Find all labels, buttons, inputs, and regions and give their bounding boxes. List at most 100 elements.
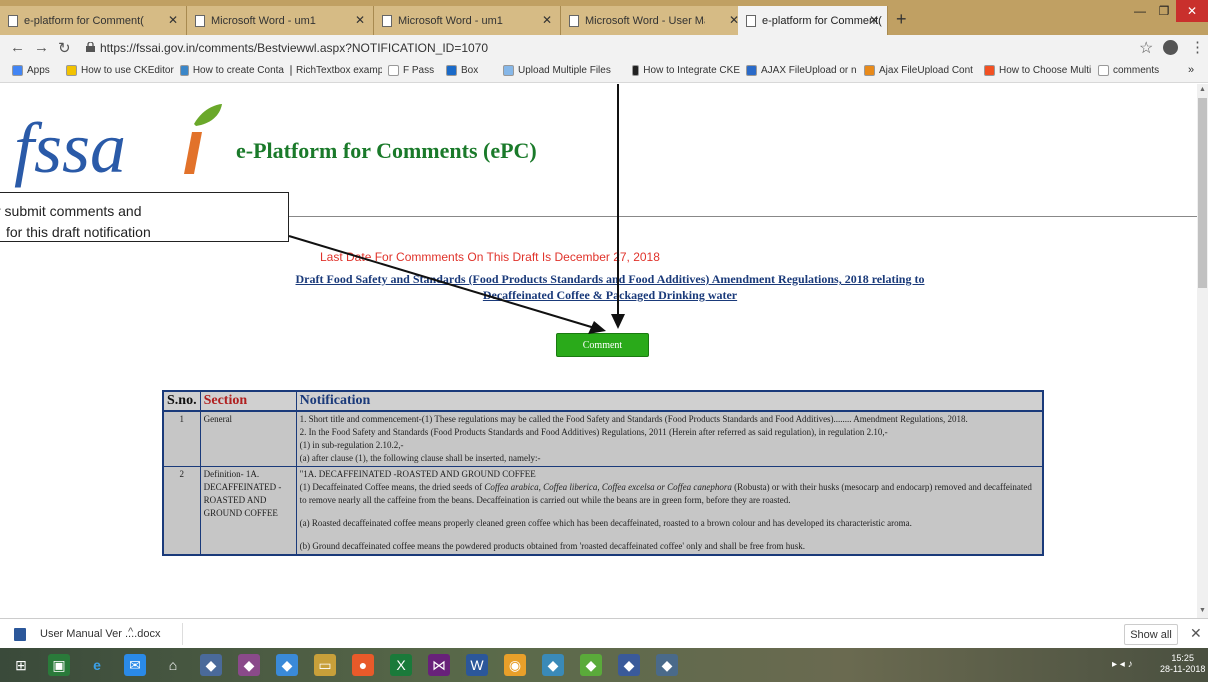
bookmark-star-icon[interactable]: ☆ (1139, 38, 1153, 58)
folder-icon[interactable]: ▭ (314, 654, 336, 676)
bookmark-item[interactable]: Ajax FileUpload Cont (864, 65, 973, 76)
show-all-button[interactable]: Show all (1124, 624, 1178, 645)
store-icon[interactable]: ▣ (48, 654, 70, 676)
draft-title-link[interactable]: Draft Food Safety and Standards (Food Pr… (240, 271, 980, 303)
ie-icon[interactable]: e (86, 654, 108, 676)
page-icon (8, 14, 18, 27)
bookmark-item[interactable]: How to Choose Multi (984, 65, 1091, 76)
app-icon[interactable]: ◆ (656, 654, 678, 676)
browser-tab[interactable]: e-platform for Comment(ePC) ✕ (0, 6, 187, 35)
cell-notification: 1. Short title and commencement-(1) Thes… (295, 410, 1044, 467)
firefox-icon[interactable]: ● (352, 654, 374, 676)
back-arrow-icon[interactable]: ← (10, 39, 25, 56)
windows-start-icon[interactable]: ⊞ (10, 654, 32, 676)
profile-icon[interactable] (1163, 40, 1178, 55)
app-icon[interactable]: ◆ (618, 654, 640, 676)
app-icon[interactable]: ◆ (542, 654, 564, 676)
tab-close-icon[interactable]: ✕ (542, 13, 552, 27)
chevron-up-icon[interactable]: ^ (128, 626, 133, 638)
mail-icon[interactable]: ✉ (124, 654, 146, 676)
browser-tab[interactable]: Microsoft Word - um1 ✕ (374, 6, 561, 35)
bookmark-item[interactable]: Upload Multiple Files (503, 65, 611, 76)
notification-paragraph: 1. Short title and commencement-(1) Thes… (299, 414, 968, 424)
tab-label: Microsoft Word - um1 (211, 14, 316, 27)
taskbar-clock[interactable]: 15:25 28-11-2018 (1160, 653, 1205, 675)
svg-text:fssa: fssa (14, 108, 126, 188)
tab-close-icon[interactable]: ✕ (869, 13, 879, 27)
cell-notification: "1A. DECAFFEINATED -ROASTED AND GROUND C… (295, 466, 1044, 556)
visual-studio-icon[interactable]: ⋈ (428, 654, 450, 676)
scroll-thumb[interactable] (1198, 98, 1207, 288)
bookmark-label: F Pass (403, 65, 435, 76)
clock-date: 28-11-2018 (1160, 664, 1206, 674)
bookmark-item[interactable]: comments (1098, 65, 1159, 76)
page-icon (569, 14, 579, 27)
bookmark-icon (503, 65, 514, 76)
bookmark-item[interactable]: AJAX FileUpload or n (746, 65, 857, 76)
bookmark-icon (180, 65, 189, 76)
table-row: 2 Definition- 1A. DECAFFEINATED - ROASTE… (162, 466, 1044, 556)
window-close-button[interactable]: ✕ (1176, 0, 1208, 22)
notification-paragraph: (a) Roasted decaffeinated coffee means p… (299, 518, 912, 528)
bookmark-item[interactable]: How to Integrate CKE (632, 65, 740, 76)
bookmark-item[interactable]: Box (446, 65, 478, 76)
bookmark-label: Apps (27, 65, 50, 76)
bookmark-item[interactable]: How to create Conta (180, 65, 284, 76)
close-icon[interactable]: ✕ (1190, 625, 1202, 642)
bookmark-icon (746, 65, 757, 76)
bookmark-icon (388, 65, 399, 76)
download-shelf: User Manual Ver ....docx ^ Show all ✕ (0, 618, 1208, 648)
scroll-up-arrow-icon[interactable]: ▲ (1199, 86, 1206, 93)
browser-tab[interactable]: Microsoft Word - User Manual V ✕ (561, 6, 748, 35)
notification-paragraph: (a) after clause (1), the following clau… (299, 453, 541, 463)
chrome-icon[interactable]: ◉ (504, 654, 526, 676)
maximize-button[interactable]: ❐ (1152, 0, 1176, 22)
app-icon[interactable]: ◆ (238, 654, 260, 676)
app-icon[interactable]: ◆ (276, 654, 298, 676)
lock-icon (86, 42, 95, 52)
browser-tab[interactable]: Microsoft Word - um1 ✕ (187, 6, 374, 35)
page-scrollbar[interactable]: ▲ ▼ (1197, 84, 1208, 618)
draft-title-line: Draft Food Safety and Standards (Food Pr… (295, 272, 925, 286)
page-viewport: fssa e-Platform for Comments (ePC) r sub… (0, 84, 1197, 618)
browser-tab-active[interactable]: e-platform for Comment(ePC) ✕ (738, 6, 888, 35)
bookmarks-bar: Apps How to use CKEditor How to create Con… (0, 61, 1208, 83)
excel-icon[interactable]: X (390, 654, 412, 676)
download-item[interactable]: User Manual Ver ....docx (40, 628, 160, 640)
cell-section: Definition- 1A. DECAFFEINATED - ROASTED … (199, 466, 297, 556)
app-icon[interactable]: ◆ (200, 654, 222, 676)
bookmark-icon (290, 65, 292, 76)
browser-menu-icon[interactable]: ⋮ (1190, 38, 1205, 56)
tab-close-icon[interactable]: ✕ (168, 13, 178, 27)
fssai-logo: fssa (14, 104, 222, 188)
tab-close-icon[interactable]: ✕ (355, 13, 365, 27)
app-icon[interactable]: ◆ (580, 654, 602, 676)
address-bar[interactable]: https://fssai.gov.in/comments/Bestviewwl… (100, 41, 488, 55)
bookmarks-overflow-button[interactable]: » (1188, 64, 1194, 76)
text-run: (1) Decaffeinated Coffee means, the drie… (299, 482, 485, 492)
table-header-row: S.no. Section Notification (162, 390, 1044, 412)
column-header-notification: Notification (295, 390, 1044, 412)
reload-icon[interactable]: ↻ (58, 39, 71, 57)
header-divider (205, 216, 1197, 217)
bookmark-item[interactable]: F Pass (388, 65, 434, 76)
scroll-down-arrow-icon[interactable]: ▼ (1199, 607, 1206, 614)
callout-line: for this draft notification (6, 224, 151, 240)
new-tab-button[interactable]: + (896, 9, 907, 30)
home-icon[interactable]: ⌂ (162, 654, 184, 676)
word-doc-icon (14, 628, 26, 641)
system-tray-icons[interactable]: ▸ ◂ ♪ (1112, 659, 1133, 670)
notification-paragraph: "1A. DECAFFEINATED -ROASTED AND GROUND C… (299, 469, 536, 479)
minimize-button[interactable]: — (1128, 0, 1152, 22)
bookmark-item[interactable]: Apps (12, 65, 50, 76)
forward-arrow-icon[interactable]: → (34, 39, 49, 56)
bookmark-item[interactable]: How to use CKEditor (66, 65, 174, 76)
notification-paragraph: (1) Decaffeinated Coffee means, the drie… (300, 481, 1039, 507)
word-icon[interactable]: W (466, 654, 488, 676)
comment-button[interactable]: Comment (556, 333, 649, 357)
notification-table: S.no. Section Notification 1 General 1. … (162, 390, 1044, 556)
bookmark-icon (446, 65, 457, 76)
table-row: 1 General 1. Short title and commencemen… (162, 410, 1044, 467)
bookmark-item[interactable]: RichTextbox example (290, 65, 382, 76)
bookmark-icon (12, 65, 23, 76)
